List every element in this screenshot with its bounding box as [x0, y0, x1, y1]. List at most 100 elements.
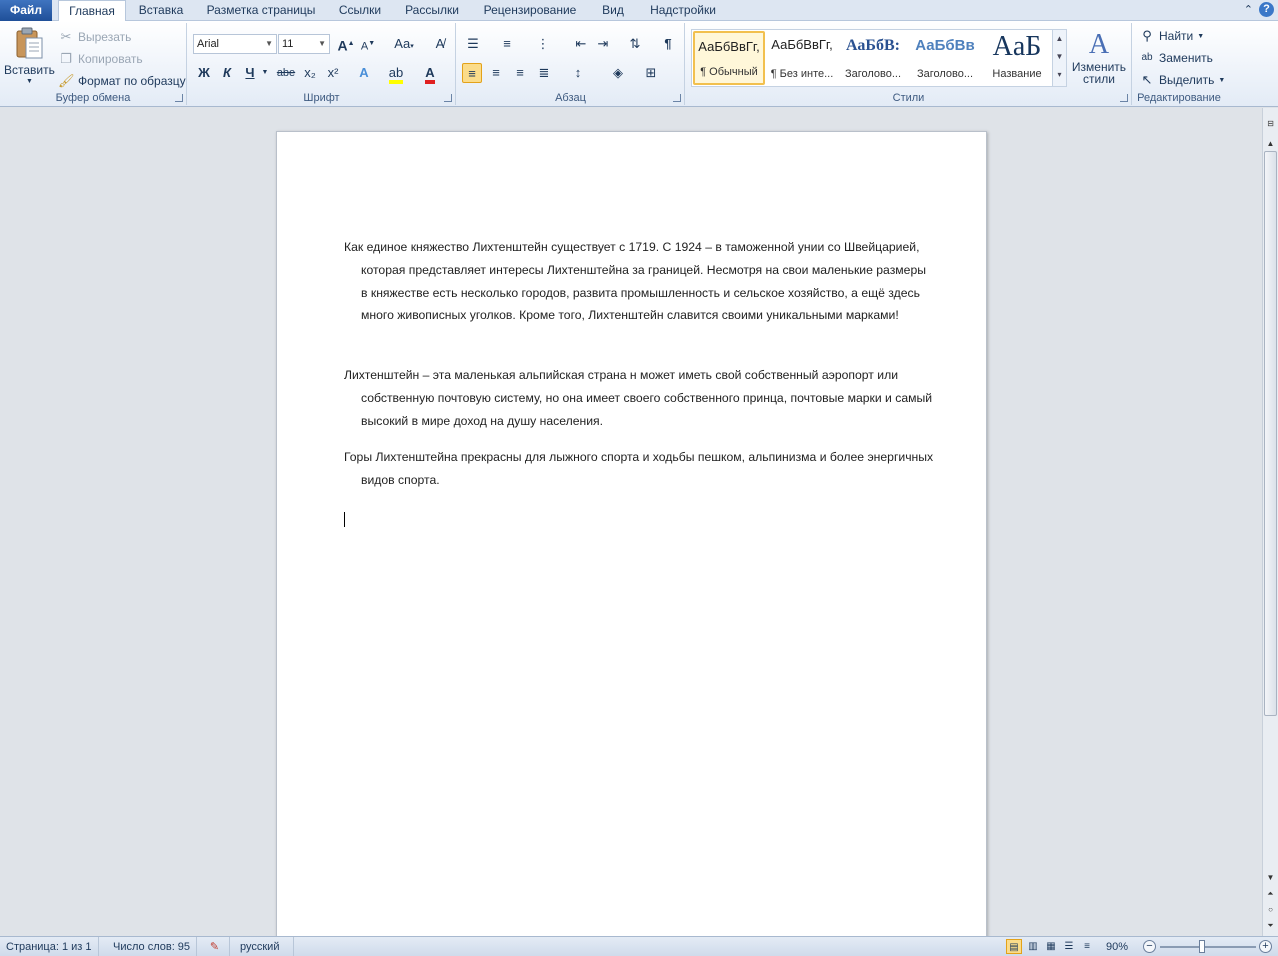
editing-group: ⚲ Найти ▼ ab Заменить ↖ Выделить ▼ Редак… — [1133, 23, 1225, 105]
clear-formatting-icon[interactable]: A̸ — [430, 34, 450, 54]
multilevel-list-icon[interactable]: ⋮ — [533, 34, 553, 54]
editing-group-label: Редактирование — [1137, 92, 1221, 104]
font-name-combo[interactable]: Arial ▼ — [193, 34, 277, 54]
strikethrough-button[interactable]: abe — [276, 63, 296, 83]
zoom-slider[interactable] — [1160, 946, 1256, 948]
paragraph-group: ☰ ≡ ⋮ ⇤ ⇥ ⇅ ¶ ≡ ≡ ≡ ≣ ↕ ◈ ⊞ Абзац — [457, 23, 685, 105]
align-left-icon[interactable]: ≡ — [462, 63, 482, 83]
grow-font-button[interactable]: A▲ — [336, 34, 356, 54]
chevron-down-icon: ▼ — [1218, 76, 1226, 84]
paragraph-group-label: Абзац — [555, 92, 586, 104]
decrease-indent-icon[interactable]: ⇤ — [571, 34, 591, 54]
previous-page-icon[interactable]: ⏶ — [1263, 886, 1278, 901]
align-center-icon[interactable]: ≡ — [486, 63, 506, 83]
align-right-icon[interactable]: ≡ — [510, 63, 530, 83]
tab-view[interactable]: Вид — [594, 0, 632, 21]
font-color-icon[interactable]: A — [420, 63, 440, 84]
style-normal[interactable]: АаБбВвГг, ¶ Обычный — [693, 31, 765, 85]
shrink-font-button[interactable]: A▼ — [358, 34, 378, 54]
page-count[interactable]: Страница: 1 из 1 — [0, 937, 99, 956]
tab-file[interactable]: Файл — [0, 0, 52, 21]
help-icon[interactable]: ? — [1259, 2, 1274, 17]
find-button[interactable]: ⚲ Найти ▼ — [1139, 28, 1204, 44]
tab-home[interactable]: Главная — [58, 0, 126, 22]
paste-button[interactable]: Вставить ▼ — [4, 27, 55, 85]
word-count[interactable]: Число слов: 95 — [107, 937, 198, 956]
shading-icon[interactable]: ◈ — [608, 63, 628, 83]
styles-gallery-scroll[interactable]: ▲ ▼ ▾ — [1052, 30, 1066, 86]
change-case-button[interactable]: Aa▾ — [390, 34, 418, 54]
bold-button[interactable]: Ж — [194, 63, 214, 83]
chevron-down-icon[interactable]: ▼ — [260, 63, 270, 83]
chevron-down-icon: ▼ — [318, 39, 326, 48]
borders-icon[interactable]: ⊞ — [641, 63, 661, 83]
style-heading-2[interactable]: АаБбВв Заголово... — [909, 31, 981, 85]
scrollbar-thumb[interactable] — [1264, 151, 1277, 716]
font-size-combo[interactable]: 11 ▼ — [278, 34, 330, 54]
clipboard-dialog-launcher[interactable] — [175, 94, 183, 102]
next-page-icon[interactable]: ⏷ — [1263, 918, 1278, 933]
replace-label: Заменить — [1159, 51, 1213, 65]
full-screen-reading-icon[interactable]: ▥ — [1025, 939, 1041, 954]
format-painter-button[interactable]: 🖌 Формат по образцу — [58, 73, 186, 89]
tab-references[interactable]: Ссылки — [332, 0, 388, 21]
tab-insert[interactable]: Вставка — [131, 0, 191, 21]
outline-icon[interactable]: ☰ — [1061, 939, 1077, 954]
styles-dialog-launcher[interactable] — [1120, 94, 1128, 102]
justify-icon[interactable]: ≣ — [534, 63, 554, 83]
replace-button[interactable]: ab Заменить — [1139, 50, 1213, 66]
paragraph-dialog-launcher[interactable] — [673, 94, 681, 102]
document-page[interactable]: Как единое княжество Лихтенштейн существ… — [276, 131, 987, 936]
show-marks-icon[interactable]: ¶ — [658, 34, 678, 54]
scissors-icon: ✂ — [60, 29, 72, 44]
chevron-down-icon: ▼ — [1197, 32, 1205, 40]
font-dialog-launcher[interactable] — [444, 94, 452, 102]
change-case-label: Aa — [394, 36, 411, 51]
scroll-down-icon[interactable]: ▼ — [1263, 870, 1278, 885]
highlight-color-icon[interactable]: ab — [386, 63, 406, 84]
tab-addins[interactable]: Надстройки — [642, 0, 724, 21]
browse-object-icon[interactable]: ○ — [1263, 902, 1278, 917]
document-paragraph[interactable]: Как единое княжество Лихтенштейн существ… — [344, 236, 934, 327]
copy-label: Копировать — [78, 52, 143, 66]
style-heading-1[interactable]: АаБбВ: Заголово... — [837, 31, 909, 85]
numbering-icon[interactable]: ≡ — [497, 34, 517, 54]
zoom-slider-thumb[interactable] — [1199, 940, 1205, 953]
italic-button[interactable]: К — [217, 63, 237, 83]
zoom-level[interactable]: 90% — [1100, 937, 1134, 956]
style-title[interactable]: AaБ Название — [981, 31, 1053, 85]
zoom-in-icon[interactable]: + — [1259, 940, 1272, 953]
language-indicator[interactable]: русский — [234, 937, 294, 956]
cut-button[interactable]: ✂ Вырезать — [58, 29, 132, 45]
subscript-button[interactable]: x₂ — [300, 63, 320, 83]
text-effects-icon[interactable]: A — [354, 63, 374, 83]
increase-indent-icon[interactable]: ⇥ — [593, 34, 613, 54]
tab-mailings[interactable]: Рассылки — [398, 0, 466, 21]
tab-review[interactable]: Рецензирование — [476, 0, 584, 21]
draft-icon[interactable]: ≡ — [1079, 939, 1095, 954]
print-layout-icon[interactable]: ▤ — [1006, 939, 1022, 954]
style-no-spacing[interactable]: АаБбВвГг, ¶ Без инте... — [766, 31, 838, 85]
tab-page-layout[interactable]: Разметка страницы — [200, 0, 322, 21]
ruler-toggle-icon[interactable]: ⊟ — [1263, 116, 1278, 131]
document-paragraph[interactable]: Лихтенштейн – эта маленькая альпийская с… — [344, 364, 934, 432]
bullets-icon[interactable]: ☰ — [463, 34, 483, 54]
chevron-down-icon: ▼ — [265, 39, 273, 48]
copy-button[interactable]: ❐ Копировать — [58, 51, 143, 67]
proofing-icon[interactable]: ✎ — [200, 937, 230, 956]
ribbon-tabs: Файл Главная Вставка Разметка страницы С… — [0, 0, 1278, 22]
paste-icon — [16, 27, 43, 59]
superscript-button[interactable]: x² — [323, 63, 343, 83]
scroll-up-icon[interactable]: ▲ — [1263, 136, 1278, 151]
document-paragraph[interactable]: Горы Лихтенштейна прекрасны для лыжного … — [344, 446, 934, 492]
sort-icon[interactable]: ⇅ — [625, 34, 645, 54]
zoom-out-icon[interactable]: − — [1143, 940, 1156, 953]
vertical-scrollbar[interactable]: ⊟ ▲ ▼ ⏶ ○ ⏷ — [1262, 108, 1278, 936]
web-layout-icon[interactable]: ▦ — [1043, 939, 1059, 954]
minimize-ribbon-icon[interactable]: ⌃ — [1244, 3, 1253, 16]
line-spacing-icon[interactable]: ↕ — [568, 63, 588, 83]
styles-group-label: Стили — [892, 92, 925, 104]
select-button[interactable]: ↖ Выделить ▼ — [1139, 72, 1226, 88]
change-styles-button[interactable]: A Изменить стили — [1070, 29, 1128, 85]
underline-button[interactable]: Ч — [240, 63, 260, 83]
